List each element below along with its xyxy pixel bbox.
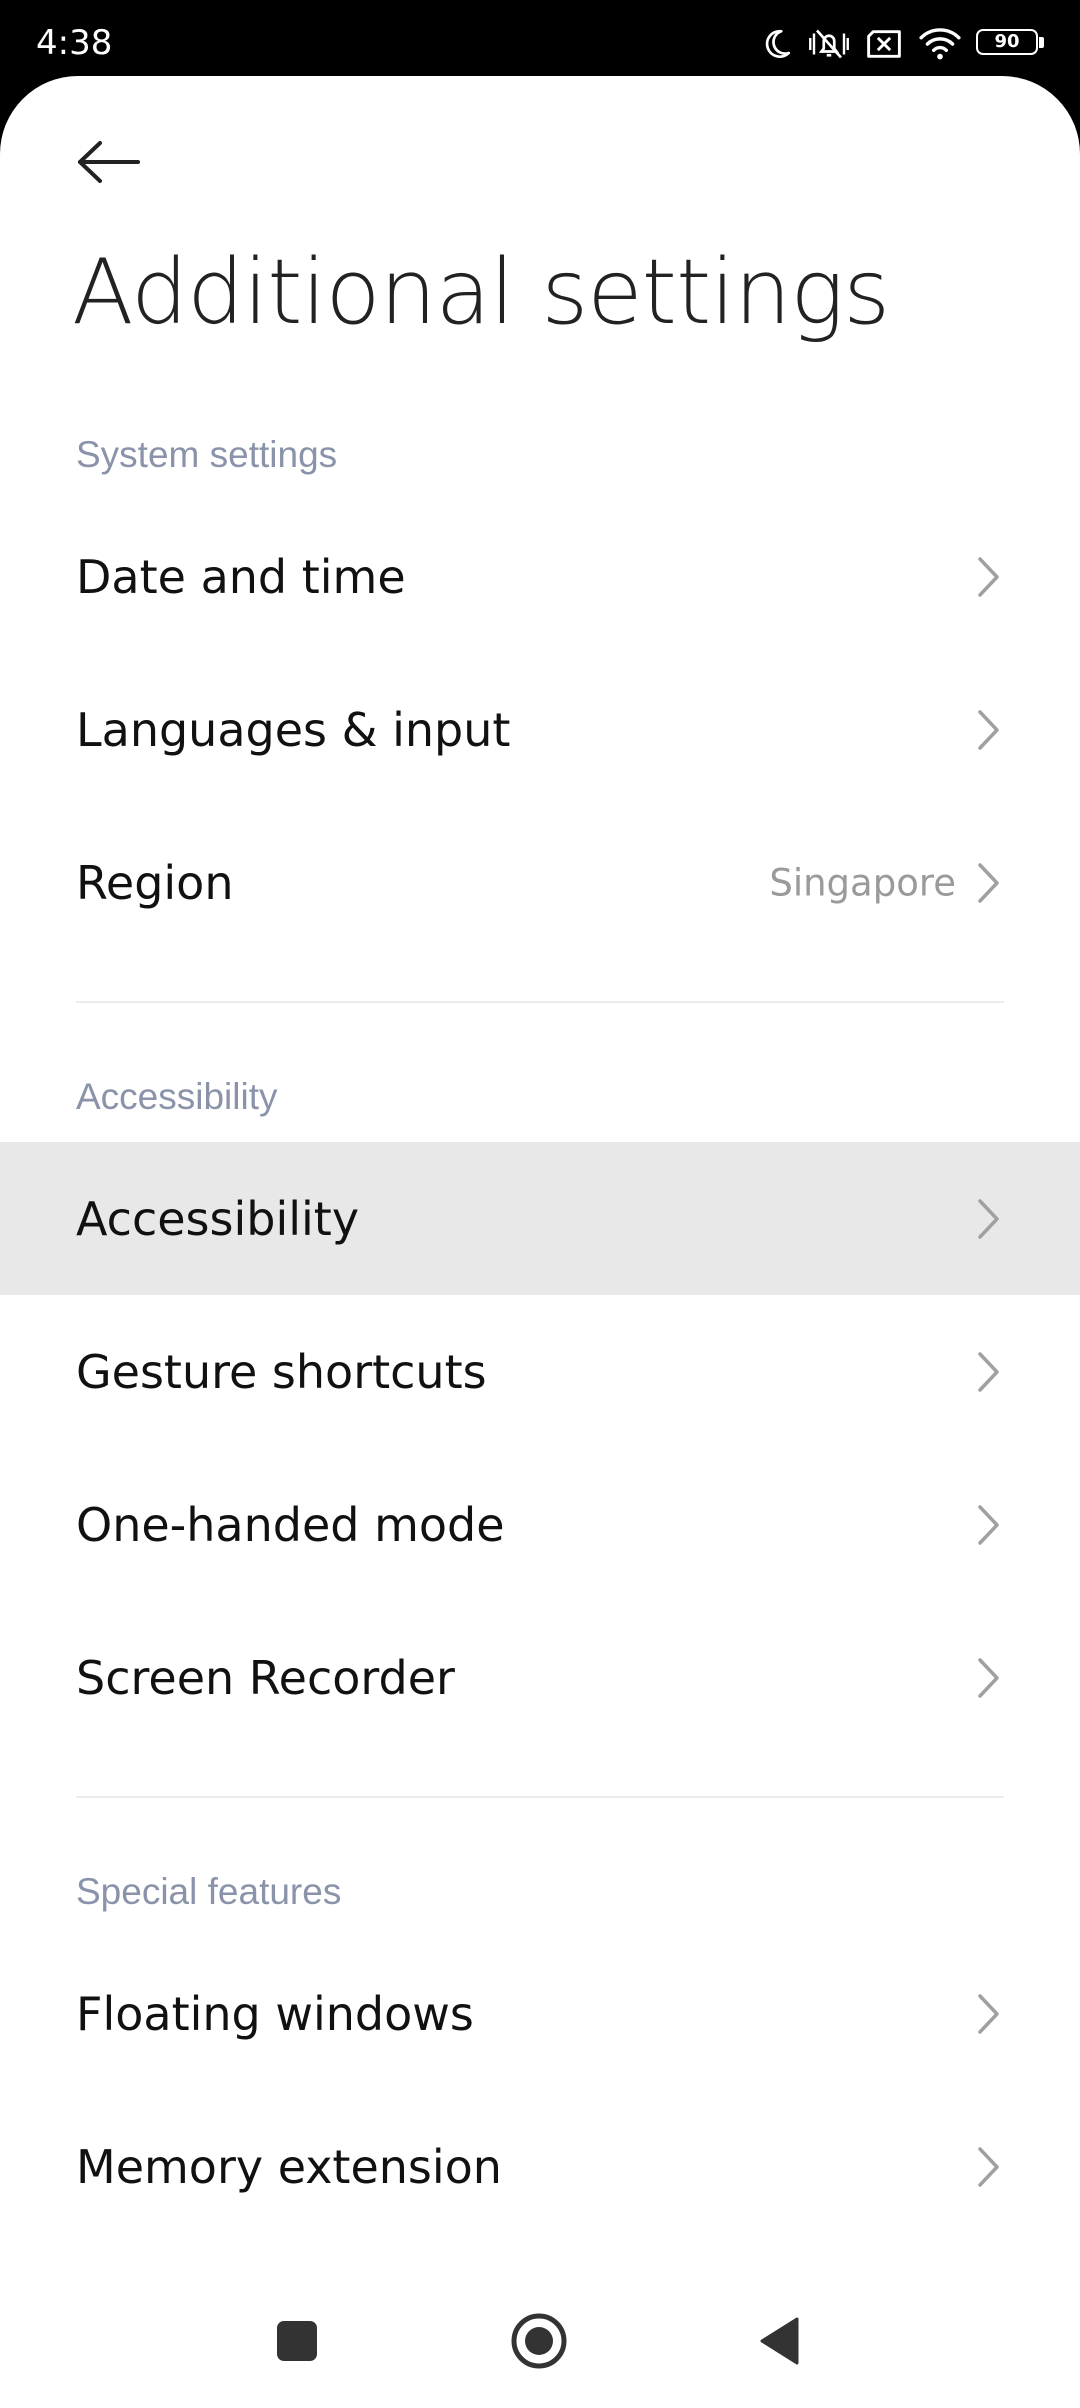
row-gesture-shortcuts[interactable]: Gesture shortcuts [0, 1295, 1080, 1448]
chevron-right-icon [974, 1197, 1004, 1241]
home-circle-icon [510, 2312, 568, 2375]
region-value: Singapore [769, 861, 956, 904]
section-divider [76, 1796, 1004, 1798]
chevron-right-icon [974, 861, 1004, 905]
row-label: Floating windows [76, 1986, 474, 2041]
chevron-right-icon [974, 708, 1004, 752]
chevron-right-icon [974, 1992, 1004, 2036]
moon-icon [758, 26, 794, 62]
wifi-icon [918, 26, 962, 62]
chevron-right-icon [974, 1350, 1004, 1394]
row-label: Date and time [76, 549, 406, 604]
row-label: Languages & input [76, 702, 511, 757]
status-time: 4:38 [36, 23, 113, 63]
home-button[interactable] [494, 2298, 584, 2388]
battery-icon: 90 [976, 29, 1046, 59]
vibrate-silent-icon [808, 26, 850, 62]
battery-level: 90 [994, 31, 1020, 52]
back-button[interactable] [60, 116, 156, 212]
row-label: One-handed mode [76, 1497, 505, 1552]
row-label: Accessibility [76, 1191, 360, 1246]
page-title: Additional settings [72, 240, 890, 345]
row-label: Screen Recorder [76, 1650, 455, 1705]
row-screen-recorder[interactable]: Screen Recorder [0, 1601, 1080, 1754]
row-languages-input[interactable]: Languages & input [0, 653, 1080, 806]
chevron-right-icon [974, 2145, 1004, 2189]
section-header-system-settings: System settings [76, 434, 338, 475]
section-header-accessibility: Accessibility [76, 1076, 278, 1117]
row-memory-extension[interactable]: Memory extension [0, 2090, 1080, 2243]
row-label: Memory extension [76, 2139, 502, 2194]
arrow-left-icon [76, 140, 140, 189]
section-divider [76, 1001, 1004, 1003]
status-icons: 90 [758, 22, 1046, 66]
navigation-bar [0, 2278, 1080, 2408]
chevron-right-icon [974, 1503, 1004, 1547]
row-accessibility[interactable]: Accessibility [0, 1142, 1080, 1295]
row-one-handed-mode[interactable]: One-handed mode [0, 1448, 1080, 1601]
no-sim-icon [864, 28, 904, 60]
row-date-and-time[interactable]: Date and time [0, 500, 1080, 653]
row-region[interactable]: Region Singapore [0, 806, 1080, 959]
row-label: Gesture shortcuts [76, 1344, 487, 1399]
section-header-special-features: Special features [76, 1871, 342, 1912]
chevron-right-icon [974, 555, 1004, 599]
back-triangle-icon [757, 2316, 801, 2371]
row-floating-windows[interactable]: Floating windows [0, 1937, 1080, 2090]
recents-button[interactable] [252, 2298, 342, 2388]
row-label: Region [76, 855, 234, 910]
chevron-right-icon [974, 1656, 1004, 1700]
recents-square-icon [276, 2320, 318, 2367]
status-bar: 4:38 90 [0, 0, 1080, 80]
nav-back-button[interactable] [734, 2298, 824, 2388]
settings-sheet: Additional settings System settings Date… [0, 76, 1080, 2408]
